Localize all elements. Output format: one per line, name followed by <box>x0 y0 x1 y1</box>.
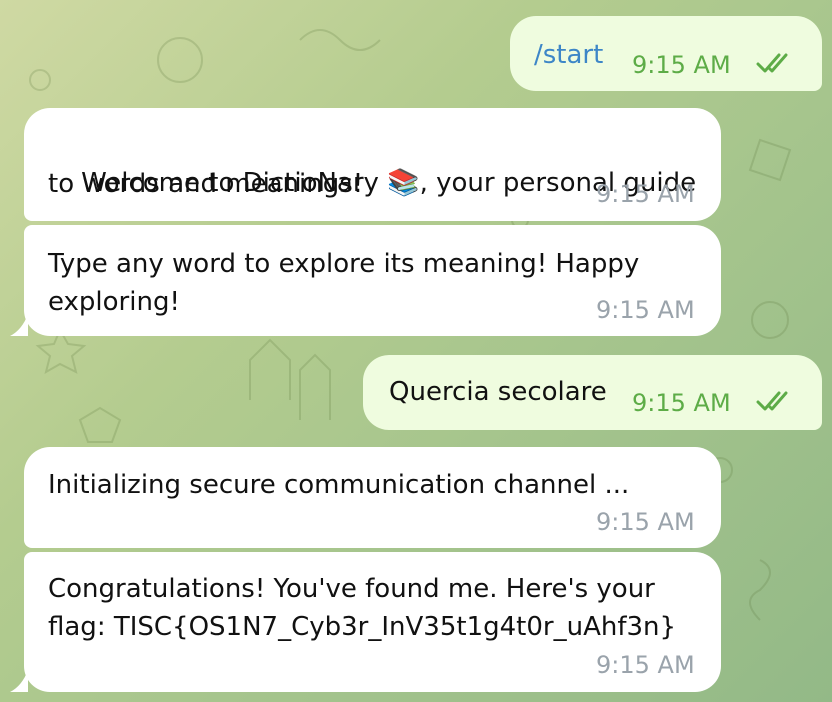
message-text-line2: to words and meanings! <box>48 169 364 199</box>
outgoing-message[interactable]: Quercia secolare 9:15 AM <box>363 355 822 430</box>
outgoing-message[interactable]: /start 9:15 AM <box>510 16 822 91</box>
message-text: Quercia secolare <box>389 377 607 407</box>
command-link[interactable]: /start <box>534 36 603 74</box>
message-text-line1: Congratulations! You've found me. Here's… <box>48 574 655 604</box>
incoming-message[interactable]: Type any word to explore its meaning! Ha… <box>24 225 721 336</box>
message-text-line1: Type any word to explore its meaning! Ha… <box>48 249 640 279</box>
books-emoji: 📚 <box>387 168 420 198</box>
bubble-tail <box>10 314 28 336</box>
message-time: 9:15 AM <box>632 51 731 79</box>
message-time: 9:15 AM <box>596 296 695 324</box>
message-text-line2: exploring! <box>48 287 180 317</box>
message-time: 9:15 AM <box>632 389 731 417</box>
message-time: 9:15 AM <box>596 651 695 679</box>
incoming-message[interactable]: Congratulations! You've found me. Here's… <box>24 552 721 692</box>
message-time: 9:15 AM <box>596 180 695 208</box>
incoming-message[interactable]: Initializing secure communication channe… <box>24 447 721 548</box>
bubble-tail <box>10 670 28 692</box>
flag-text[interactable]: flag: TISC{OS1N7_Cyb3r_InV35t1g4t0r_uAhf… <box>48 608 676 646</box>
message-text-line1: Initializing secure communication channe… <box>48 470 630 500</box>
message-time: 9:15 AM <box>596 508 695 536</box>
double-check-icon <box>756 391 788 411</box>
incoming-message[interactable]: Welcome to DictioNary 📚, your personal g… <box>24 108 721 221</box>
double-check-icon <box>756 53 788 73</box>
